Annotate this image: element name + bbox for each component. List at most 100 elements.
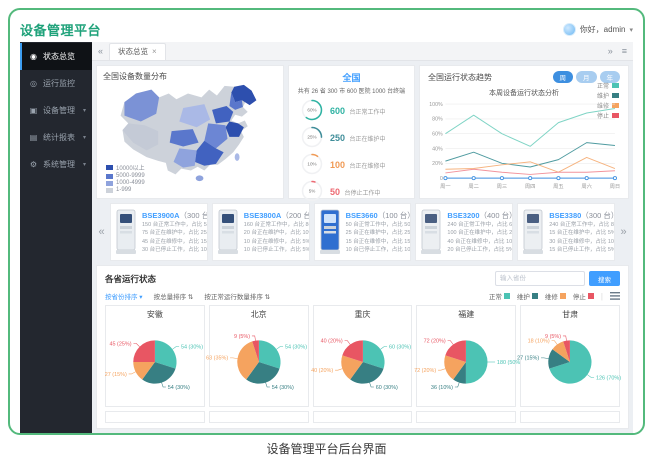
close-icon[interactable]: × [152, 47, 157, 56]
device-kiosk-icon [115, 209, 137, 255]
menu-icon[interactable]: ≡ [622, 46, 627, 56]
device-stat-line: 25 台正在维护中，占比 25%； [346, 229, 407, 237]
province-pie-chart: 60 (30%)60 (30%)40 (20%)40 (20%) [314, 319, 412, 405]
tab-label: 状态总览 [118, 46, 148, 57]
panel-nation-summary: 全国 共有 26 省 300 市 600 医院 1000 台终端 60%600 … [288, 65, 415, 199]
carousel-next-icon[interactable]: » [618, 226, 629, 238]
device-stat-line: 30 台正在维修中，占比 10%； [549, 238, 610, 246]
device-kiosk-icon [319, 209, 341, 255]
svg-text:5%: 5% [309, 189, 316, 194]
sidebar-item-label: 运行监控 [43, 78, 75, 89]
chevron-down-icon: ▾ [83, 161, 86, 168]
province-panel-title: 各省运行状态 [105, 273, 156, 285]
collapse-sidebar-icon[interactable]: « [98, 46, 103, 56]
next-row-partial [105, 411, 620, 423]
svg-text:60 (30%): 60 (30%) [389, 344, 411, 350]
chevron-down-icon: ▾ [83, 134, 86, 141]
device-stat-line: 15 台正在维护中，占比 5%； [549, 229, 610, 237]
device-stat-line: 15 台正在维修中，占比 15%； [346, 238, 407, 246]
trend-panel-title: 全国运行状态趋势 [428, 72, 492, 83]
svg-text:周五: 周五 [553, 183, 564, 190]
sidebar-item-label: 设备管理 [43, 105, 75, 116]
province-box-partial [520, 411, 620, 423]
carousel-track: BSE3900A（300 台）150 台正常工作中，占比 50%；75 台正在维… [110, 203, 615, 261]
device-info: BSE3200（400 台）240 台正常工作中，占比 60%；100 台正在维… [447, 210, 508, 254]
report-icon: ▤ [29, 133, 38, 142]
stat-ring: 5% [301, 180, 323, 202]
sidebar-item-status-overview[interactable]: ◉ 状态总览 [20, 43, 92, 70]
province-pie-北京: 北京54 (30%)54 (30%)63 (35%)9 (5%) [209, 305, 309, 407]
status-legend-item: 维护 [517, 291, 538, 301]
province-pie-甘肃: 甘肃126 (70%)27 (15%)18 (10%)9 (5%) [520, 305, 620, 407]
svg-text:36 (10%): 36 (10%) [431, 385, 453, 391]
device-card-BSE3660[interactable]: BSE3660（100 台）50 台正常工作中，占比 50%；25 台正在维护中… [314, 203, 412, 261]
nation-stat-rows: 60%600 台正常工作中25%250 台正在维护中10%100 台正在维修中5… [295, 98, 408, 203]
province-pie-安徽: 安徽54 (30%)54 (30%)27 (15%)45 (25%) [105, 305, 205, 407]
content-area: 全国设备数量分布 [92, 61, 633, 433]
device-card-BSE3380[interactable]: BSE3380（300 台）240 台正常工作中，占比 80%；15 台正在维护… [517, 203, 615, 261]
device-name: BSE3900A（300 台） [142, 210, 203, 221]
carousel-prev-icon[interactable]: « [96, 226, 107, 238]
sidebar-item-system-manage[interactable]: ⚙系统管理▾ [20, 151, 92, 178]
device-card-BSE3900A[interactable]: BSE3900A（300 台）150 台正常工作中，占比 50%；75 台正在维… [110, 203, 208, 261]
trend-pill-0[interactable]: 周 [553, 71, 574, 83]
svg-text:72 (20%): 72 (20%) [414, 368, 436, 374]
device-count: （200 台） [281, 211, 309, 220]
legend-label: 正常 [597, 81, 609, 90]
tab-status-overview[interactable]: 状态总览 × [109, 43, 166, 60]
chevron-down-icon: ▾ [629, 26, 633, 34]
legend-label: 1000-4999 [116, 180, 145, 186]
search-input[interactable] [495, 271, 585, 286]
device-stat-line: 40 台正在维修中，占比 10%； [447, 238, 508, 246]
trend-pill-1[interactable]: 月 [576, 71, 597, 83]
search-button[interactable]: 搜索 [589, 271, 620, 286]
device-count: （300 台） [180, 211, 208, 220]
stat-label: 台正在维修中 [349, 164, 385, 170]
user-menu[interactable]: 你好，admin ▾ [563, 23, 633, 36]
province-sort-row: 按省份排序 ▾ 按总量排序 ⇅ 按正常运行数量排序 ⇅ 正常维护维修停止| [105, 291, 620, 301]
legend-swatch [560, 293, 566, 299]
svg-text:周日: 周日 [610, 183, 621, 190]
gauge-icon: ◉ [29, 52, 38, 61]
sidebar-item-device-manage[interactable]: ▣设备管理▾ [20, 97, 92, 124]
svg-text:54 (30%): 54 (30%) [181, 344, 203, 350]
svg-text:45 (25%): 45 (25%) [109, 341, 131, 347]
stat-label: 台正在维护中 [349, 137, 385, 143]
chevron-down-icon: ▾ [83, 107, 86, 114]
sidebar-item-label: 状态总览 [43, 51, 75, 62]
svg-text:20%: 20% [432, 161, 443, 167]
svg-text:周六: 周六 [581, 182, 592, 190]
device-kiosk-icon [420, 209, 442, 255]
legend-label: 5000-9999 [116, 173, 145, 179]
map-legend-item: 1-999 [106, 187, 145, 193]
province-pie-chart: 180 (50%)36 (10%)72 (20%)72 (20%) [417, 319, 515, 405]
svg-text:周四: 周四 [525, 183, 536, 190]
stat-count: 600 [330, 106, 345, 116]
device-stat-line: 30 台已停止工作，占比 10%。 [142, 246, 203, 254]
device-stat-line: 100 台正在维护中，占比 25%； [447, 229, 508, 237]
svg-text:126 (70%): 126 (70%) [596, 375, 621, 381]
map-legend-item: 1000-4999 [106, 180, 145, 186]
sort-option-1[interactable]: 按总量排序 ⇅ [154, 291, 194, 301]
device-stat-line: 75 台正在维护中，占比 25%； [142, 229, 203, 237]
expand-icon[interactable]: » [608, 46, 613, 56]
device-stat-line: 10 台已停止工作，占比 5%。 [244, 246, 305, 254]
legend-label: 维护 [517, 291, 530, 301]
nation-stat-row: 5%50 台停止工作中 [301, 179, 408, 203]
sort-option-0[interactable]: 按省份排序 ▾ [105, 291, 143, 301]
device-card-BSE3800A[interactable]: BSE3800A（200 台）160 台正常工作中，占比 80%；20 台正在维… [212, 203, 310, 261]
sort-option-2[interactable]: 按正常运行数量排序 ⇅ [204, 291, 270, 301]
list-view-toggle-icon[interactable] [610, 292, 620, 300]
province-box-partial [313, 411, 413, 423]
sidebar-item-stats-report[interactable]: ▤统计报表▾ [20, 124, 92, 151]
device-stat-line: 10 台已停止工作，占比 10%。 [346, 246, 407, 254]
tab-bar: « 状态总览 × » ≡ [92, 42, 633, 61]
panel-device-distribution-map: 全国设备数量分布 [96, 65, 284, 199]
province-box-partial [209, 411, 309, 423]
svg-text:100%: 100% [429, 102, 443, 108]
status-legend: 正常维护维修停止| [489, 291, 620, 301]
device-count: （100 台） [378, 211, 412, 220]
device-card-BSE3200[interactable]: BSE3200（400 台）240 台正常工作中，占比 60%；100 台正在维… [415, 203, 513, 261]
trend-line-chart: 020%40%60%80%100%周一周二周三周四周五周六周日 [426, 90, 622, 194]
sidebar-item-run-monitor[interactable]: ◎运行监控 [20, 70, 92, 97]
